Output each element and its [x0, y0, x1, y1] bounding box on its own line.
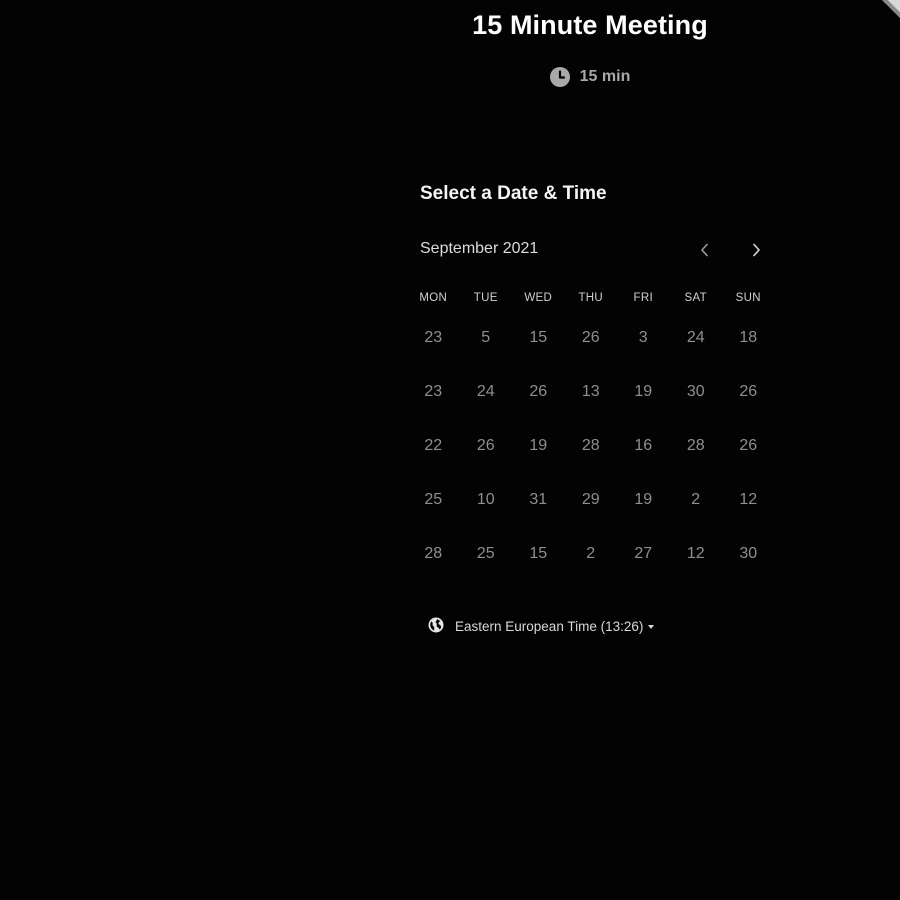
weekday-thu: THU — [578, 292, 604, 304]
month-label: September 2021 — [420, 240, 539, 257]
weekday-sun: SUN — [735, 292, 761, 304]
calendar-day: 3 — [638, 329, 648, 346]
calendar-day: 29 — [581, 491, 600, 508]
weekday-fri: FRI — [633, 292, 653, 304]
calendar-day: 26 — [529, 383, 548, 400]
calendar-days-grid: 23 5 15 26 3 24 18 23 24 26 13 19 30 26 … — [407, 311, 775, 581]
calendar-day: 19 — [634, 383, 653, 400]
calendar-day: 25 — [476, 545, 495, 562]
scheduling-page: 15 Minute Meeting 15 min Select a Date &… — [0, 0, 900, 900]
calendar-day: 25 — [424, 491, 443, 508]
calendar-day: 15 — [529, 329, 548, 346]
calendar-day: 19 — [529, 437, 548, 454]
corner-ribbon-badge[interactable] — [856, 0, 900, 38]
calendar-day: 26 — [581, 329, 600, 346]
calendar-day: 28 — [581, 437, 600, 454]
calendar-day: 27 — [634, 545, 653, 562]
duration-label: 15 min — [579, 68, 631, 85]
weekday-tue: TUE — [473, 292, 498, 304]
calendar-day: 26 — [739, 437, 758, 454]
calendar-day: 28 — [686, 437, 705, 454]
event-title: 15 Minute Meeting — [472, 10, 708, 40]
calendar-day: 26 — [476, 437, 495, 454]
calendar-day: 15 — [529, 545, 548, 562]
calendar-day: 12 — [686, 545, 705, 562]
next-month-button[interactable] — [744, 238, 768, 262]
weekday-header: MON TUE WED THU FRI SAT SUN — [407, 292, 775, 304]
calendar-day: 24 — [686, 329, 705, 346]
calendar-day: 24 — [476, 383, 495, 400]
calendar-day: 23 — [424, 329, 443, 346]
chevron-left-icon — [701, 243, 708, 257]
weekday-mon: MON — [419, 292, 448, 304]
calendar-day: 23 — [424, 383, 443, 400]
calendar-day: 30 — [739, 545, 758, 562]
weekday-wed: WED — [524, 292, 553, 304]
select-date-time-heading: Select a Date & Time — [420, 183, 607, 204]
month-navigation: September 2021 — [420, 238, 770, 262]
calendar-day: 19 — [634, 491, 653, 508]
timezone-selector[interactable]: Eastern European Time (13:26) — [428, 617, 655, 636]
calendar-day: 13 — [581, 383, 600, 400]
calendar-day: 5 — [481, 329, 491, 346]
calendar-day: 22 — [424, 437, 443, 454]
weekday-sat: SAT — [684, 292, 707, 304]
calendar-day: 10 — [476, 491, 495, 508]
calendar-day: 18 — [739, 329, 758, 346]
globe-icon — [428, 617, 444, 636]
previous-month-button[interactable] — [693, 238, 717, 262]
caret-down-icon — [648, 625, 655, 630]
timezone-label: Eastern European Time (13:26) — [455, 619, 655, 634]
calendar-day: 28 — [424, 545, 443, 562]
calendar-day: 2 — [586, 545, 596, 562]
calendar-day: 12 — [739, 491, 758, 508]
calendar-day: 26 — [739, 383, 758, 400]
calendar-day: 30 — [686, 383, 705, 400]
calendar-day: 31 — [529, 491, 548, 508]
chevron-right-icon — [753, 243, 760, 257]
calendar-day: 2 — [691, 491, 701, 508]
clock-icon — [549, 67, 570, 87]
calendar-day: 16 — [634, 437, 653, 454]
event-duration: 15 min — [420, 67, 760, 87]
